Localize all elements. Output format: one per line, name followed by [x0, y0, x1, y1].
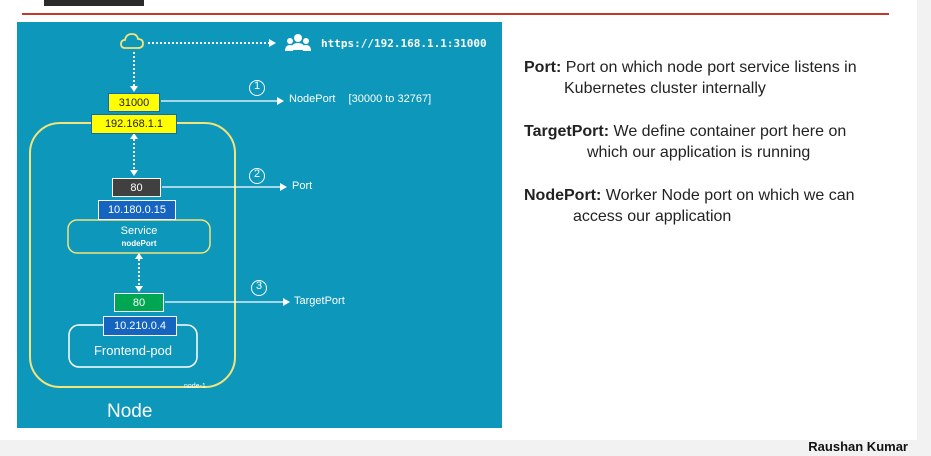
service-sublabel: nodePort [121, 239, 157, 248]
nodeport-label-text: NodePort [289, 93, 336, 105]
service-port-box: 80 [112, 178, 161, 197]
node-small-label: node-1 [184, 383, 206, 390]
definition-nodeport: NodePort: Worker Node port on which we c… [524, 185, 909, 227]
service-ip-box: 10.180.0.15 [98, 200, 176, 220]
slide: 1 2 3 https://192.168.1.1:31000 NodePort… [0, 0, 917, 440]
cloud-icon [120, 33, 144, 49]
node-label: Node [107, 401, 153, 422]
users-icon [285, 34, 311, 51]
targetport-label: TargetPort [294, 295, 345, 307]
definition-text-2: Kubernetes cluster internally [564, 80, 766, 97]
author-name: Raushan Kumar [808, 439, 908, 454]
definition-targetport: TargetPort: We define container port her… [524, 121, 909, 163]
definition-text: We define container port here on [613, 123, 847, 140]
nodeport-range: [30000 to 32767] [348, 93, 432, 105]
pod-label: Frontend-pod [93, 343, 173, 358]
definition-text: Port on which node port service listens … [565, 59, 857, 76]
target-port-box: 80 [114, 293, 164, 312]
nodeport-value-box: 31000 [108, 93, 160, 112]
pod-ip-box: 10.210.0.4 [103, 316, 177, 336]
node-ip-box: 192.168.1.1 [91, 114, 177, 134]
step-1-number: 1 [253, 80, 261, 92]
definition-text: Worker Node port on which we can [605, 187, 855, 204]
title-remnant [44, 0, 144, 6]
definition-port: Port: Port on which node port service li… [524, 57, 909, 99]
url-text: https://192.168.1.1:31000 [321, 37, 487, 50]
definition-term: Port: [524, 59, 562, 76]
definition-text-2: access our application [573, 208, 732, 225]
nodeport-label: NodePort [30000 to 32767] [289, 93, 431, 105]
definition-term: TargetPort: [524, 123, 610, 140]
step-3-number: 3 [255, 280, 263, 292]
step-2-number: 2 [253, 168, 261, 180]
nodeport-diagram: 1 2 3 https://192.168.1.1:31000 NodePort… [17, 22, 502, 428]
port-label: Port [292, 180, 313, 192]
definition-text-2: which our application is running [587, 144, 811, 161]
service-label: Service [120, 225, 158, 237]
definition-term: NodePort: [524, 187, 602, 204]
definitions-list: Port: Port on which node port service li… [524, 57, 909, 249]
title-underline [22, 13, 889, 15]
